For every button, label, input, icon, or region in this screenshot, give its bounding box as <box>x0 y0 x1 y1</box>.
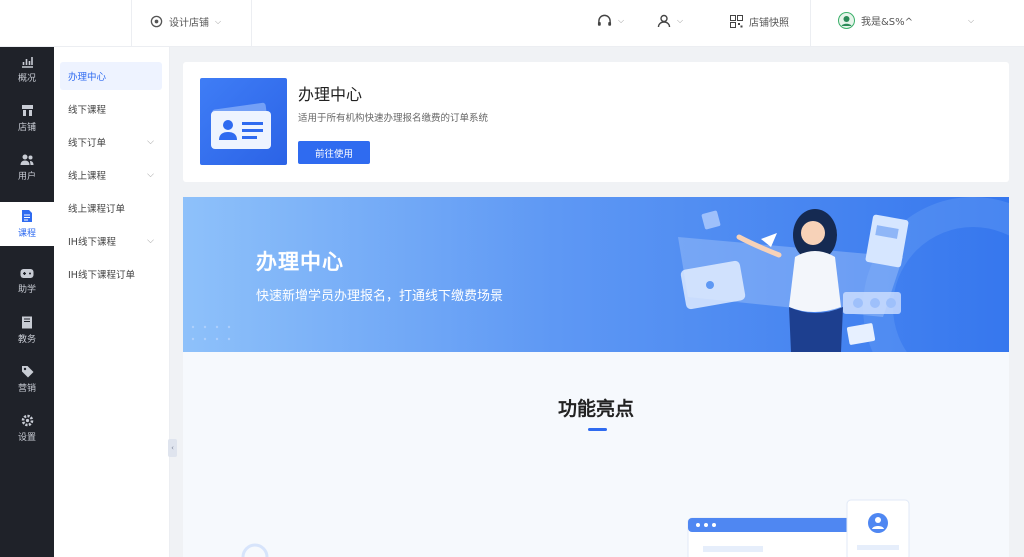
main-nav-rail: 概况 店铺 用户 课程 助学 教务 营销 设置 <box>0 47 54 557</box>
store-switch-label: 设计店铺 <box>169 18 209 29</box>
rail-item-academic[interactable]: 教务 <box>0 308 54 352</box>
submenu-item-label: 线下订单 <box>68 138 107 149</box>
store-switch-icon <box>150 15 163 28</box>
rail-item-users[interactable]: 用户 <box>0 145 54 189</box>
id-card-icon <box>200 78 287 165</box>
account-menu[interactable]: ⌵ <box>657 14 683 28</box>
chevron-down-icon: ⌵ <box>677 16 684 25</box>
headset-icon <box>597 14 612 26</box>
go-use-button[interactable]: 前往使用 <box>298 141 370 164</box>
avatar <box>838 12 855 29</box>
rail-item-study-aid[interactable]: 助学 <box>0 259 54 303</box>
rail-item-label: 店铺 <box>17 122 36 133</box>
chevron-down-icon: ⌵ <box>147 170 154 180</box>
banner-title: 办理中心 <box>256 250 344 274</box>
rail-item-courses[interactable]: 课程 <box>0 202 54 246</box>
submenu-item-label: 线上课程 <box>68 171 107 182</box>
submenu-item-label: 线下课程 <box>68 105 107 116</box>
book-icon <box>22 316 32 328</box>
support-menu[interactable]: ⌵ <box>597 14 624 28</box>
submenu-item-label: 办理中心 <box>68 72 107 83</box>
qrcode-icon <box>730 15 743 28</box>
store-snapshot-link[interactable]: 店铺快照 <box>730 14 789 29</box>
chevron-down-icon: ⌵ <box>147 137 154 147</box>
submenu-item-offline-courses[interactable]: 线下课程 <box>60 95 162 123</box>
rail-item-settings[interactable]: 设置 <box>0 406 54 450</box>
user-icon <box>657 14 671 28</box>
users-icon <box>20 154 34 165</box>
top-bar: 设计店铺 ⌵ ⌵ ⌵ 店铺快照 我是&S%^ ⌵ <box>0 0 1024 47</box>
submenu-item-online-orders[interactable]: 线上课程订单 <box>60 194 162 222</box>
rail-item-store[interactable]: 店铺 <box>0 96 54 140</box>
hero-banner: 办理中心 快速新增学员办理报名，打通线下缴费场景 <box>183 197 1009 352</box>
banner-subtitle: 快速新增学员办理报名，打通线下缴费场景 <box>256 289 504 304</box>
chevron-down-icon: ⌵ <box>618 16 625 25</box>
store-switcher[interactable]: 设计店铺 ⌵ <box>150 14 221 29</box>
submenu-item-service-center[interactable]: 办理中心 <box>60 62 162 90</box>
submenu-item-ih-offline-courses[interactable]: IH线下课程 ⌵ <box>60 227 162 255</box>
rail-item-marketing[interactable]: 营销 <box>0 357 54 401</box>
store-icon <box>21 104 33 116</box>
rail-item-label: 用户 <box>17 171 36 182</box>
features-illustration <box>241 499 910 557</box>
user-name: 我是&S%^ <box>861 17 914 28</box>
rail-item-label: 教务 <box>17 334 36 345</box>
tag-icon <box>21 365 33 377</box>
chevron-down-icon: ⌵ <box>147 236 154 246</box>
submenu-item-label: IH线下课程 <box>68 237 116 248</box>
submenu-item-offline-orders[interactable]: 线下订单 ⌵ <box>60 128 162 156</box>
chart-icon <box>21 56 33 68</box>
chevron-down-icon: ⌵ <box>215 16 222 26</box>
collapse-submenu-handle[interactable]: ‹ <box>168 439 177 457</box>
gear-icon <box>21 414 33 426</box>
store-snapshot-label: 店铺快照 <box>749 18 789 29</box>
submenu-item-label: 线上课程订单 <box>68 204 126 215</box>
rail-item-label: 设置 <box>17 432 36 443</box>
service-center-card: 办理中心 适用于所有机构快速办理报名缴费的订单系统 前往使用 <box>183 62 1009 182</box>
page-scrollbar[interactable] <box>1017 47 1024 557</box>
rail-item-label: 概况 <box>17 73 36 84</box>
topbar-divider <box>251 0 252 47</box>
user-profile-menu[interactable]: 我是&S%^ <box>838 12 913 29</box>
topbar-divider <box>131 0 132 47</box>
rail-item-label: 课程 <box>17 229 36 239</box>
card-title: 办理中心 <box>298 85 363 104</box>
submenu-item-online-courses[interactable]: 线上课程 ⌵ <box>60 161 162 189</box>
topbar-divider <box>810 0 811 47</box>
document-icon <box>22 210 32 222</box>
rail-item-overview[interactable]: 概况 <box>0 47 54 91</box>
rail-item-label: 营销 <box>17 383 36 394</box>
gamepad-icon <box>20 268 34 278</box>
rail-item-label: 助学 <box>17 284 36 295</box>
course-submenu: 办理中心 线下课程 线下订单 ⌵ 线上课程 ⌵ 线上课程订单 IH线下课程 ⌵ … <box>54 47 170 557</box>
submenu-item-label: IH线下课程订单 <box>68 270 135 281</box>
features-section: 功能亮点 <box>183 352 1009 557</box>
chevron-down-icon[interactable]: ⌵ <box>968 16 974 26</box>
card-description: 适用于所有机构快速办理报名缴费的订单系统 <box>298 113 489 124</box>
submenu-item-ih-offline-orders[interactable]: IH线下课程订单 <box>60 260 162 288</box>
